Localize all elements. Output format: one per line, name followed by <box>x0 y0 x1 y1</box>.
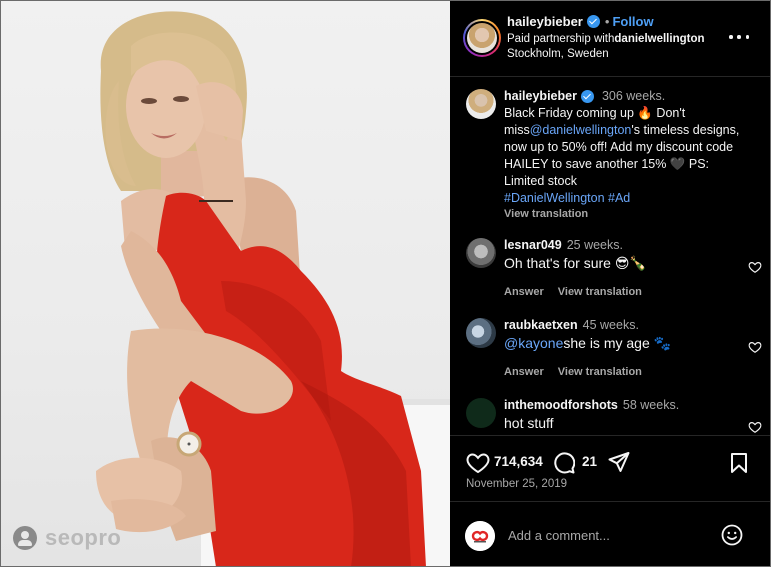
comment-text: @kayoneshe is my age 🐾 <box>504 334 744 352</box>
emoji-smiley-icon[interactable] <box>721 524 743 546</box>
separator-dot: • <box>604 14 610 29</box>
author-line: haileybieber • Follow <box>507 14 654 29</box>
post-photo-illustration <box>96 11 450 566</box>
like-comment-heart-icon[interactable] <box>748 260 762 274</box>
caption-mention[interactable]: @danielwellington <box>530 123 632 137</box>
answer-button[interactable]: Answer <box>504 286 544 298</box>
like-heart-icon[interactable] <box>466 452 490 474</box>
view-translation-button[interactable]: View translation <box>558 366 642 378</box>
share-paper-plane-icon[interactable] <box>608 451 630 473</box>
comment-bubble-icon[interactable] <box>553 452 575 474</box>
watermark-text: seopro <box>45 525 122 550</box>
partner-link[interactable]: danielwellington <box>614 33 704 45</box>
comments-thread[interactable]: haileybieber 306 weeks. Black Friday com… <box>450 78 770 433</box>
caption-time: 306 weeks. <box>601 89 666 103</box>
save-bookmark-icon[interactable] <box>730 452 748 474</box>
comment-mention[interactable]: @kayone <box>504 335 563 351</box>
add-comment-bar <box>450 501 770 566</box>
verified-badge-icon <box>580 89 594 103</box>
partnership-prefix: Paid partnership with <box>507 33 615 45</box>
caption-hashtag-1[interactable]: #DanielWellington <box>504 191 605 205</box>
author-avatar[interactable] <box>463 19 501 57</box>
like-comment-heart-icon[interactable] <box>748 340 762 354</box>
post-side-panel: haileybieber • Follow Paid partnership w… <box>450 1 770 566</box>
caption-hashtag-2[interactable]: #Ad <box>608 191 630 205</box>
comments-count: 21 <box>582 454 598 469</box>
comment-meta: raubkaetxen 45 weeks. <box>504 318 744 332</box>
post-modal: seopro haileybieber • Follow Paid partne… <box>0 0 771 567</box>
location-link[interactable]: Stockholm, Sweden <box>507 48 609 60</box>
comment-actions: Answer View translation <box>504 286 744 298</box>
add-comment-input[interactable] <box>508 526 708 544</box>
more-options-icon[interactable] <box>729 29 749 45</box>
post-header: haileybieber • Follow Paid partnership w… <box>450 1 770 77</box>
verified-badge-icon <box>586 15 600 28</box>
caption-text: Black Friday coming up 🔥 Don't miss@dani… <box>504 105 744 207</box>
comment-username[interactable]: lesnar049 <box>504 238 562 252</box>
comment-meta: lesnar049 25 weeks. <box>504 238 744 252</box>
like-comment-heart-icon[interactable] <box>748 420 762 433</box>
post-date: November 25, 2019 <box>466 478 568 490</box>
caption-avatar[interactable] <box>466 89 496 119</box>
comment-time: 58 weeks. <box>622 398 680 412</box>
answer-button[interactable]: Answer <box>504 366 544 378</box>
comment-text-body: she is my age 🐾 <box>563 335 672 351</box>
comment-text: hot stuff <box>504 415 554 431</box>
caption-username[interactable]: haileybieber <box>504 89 577 103</box>
current-user-avatar[interactable] <box>465 521 495 551</box>
comment-username[interactable]: inthemoodforshots <box>504 398 618 412</box>
comment-time: 25 weeks. <box>566 238 623 252</box>
commenter-avatar[interactable] <box>466 398 496 428</box>
post-actions: 714,634 21 November 25, 2019 <box>450 435 770 501</box>
comment-actions: Answer View translation <box>504 366 744 378</box>
post-photo[interactable]: seopro <box>1 1 450 566</box>
follow-button[interactable]: Follow <box>612 14 653 29</box>
view-translation-button[interactable]: View translation <box>558 286 642 298</box>
commenter-avatar[interactable] <box>466 238 496 268</box>
author-username[interactable]: haileybieber <box>507 14 583 29</box>
comment-meta: inthemoodforshots 58 weeks. <box>504 398 744 412</box>
paid-partnership-line: Paid partnership withdanielwellington <box>507 33 705 45</box>
view-translation-link[interactable]: View translation <box>504 208 744 220</box>
likes-count[interactable]: 714,634 <box>494 454 543 469</box>
user-icon <box>13 526 37 550</box>
caption-meta: haileybieber 306 weeks. <box>504 89 744 103</box>
comment-time: 45 weeks. <box>582 318 639 332</box>
comment-text: Oh that's for sure 😎🍾 <box>504 255 647 271</box>
watermark: seopro <box>13 525 121 551</box>
comment-username[interactable]: raubkaetxen <box>504 318 578 332</box>
commenter-avatar[interactable] <box>466 318 496 348</box>
